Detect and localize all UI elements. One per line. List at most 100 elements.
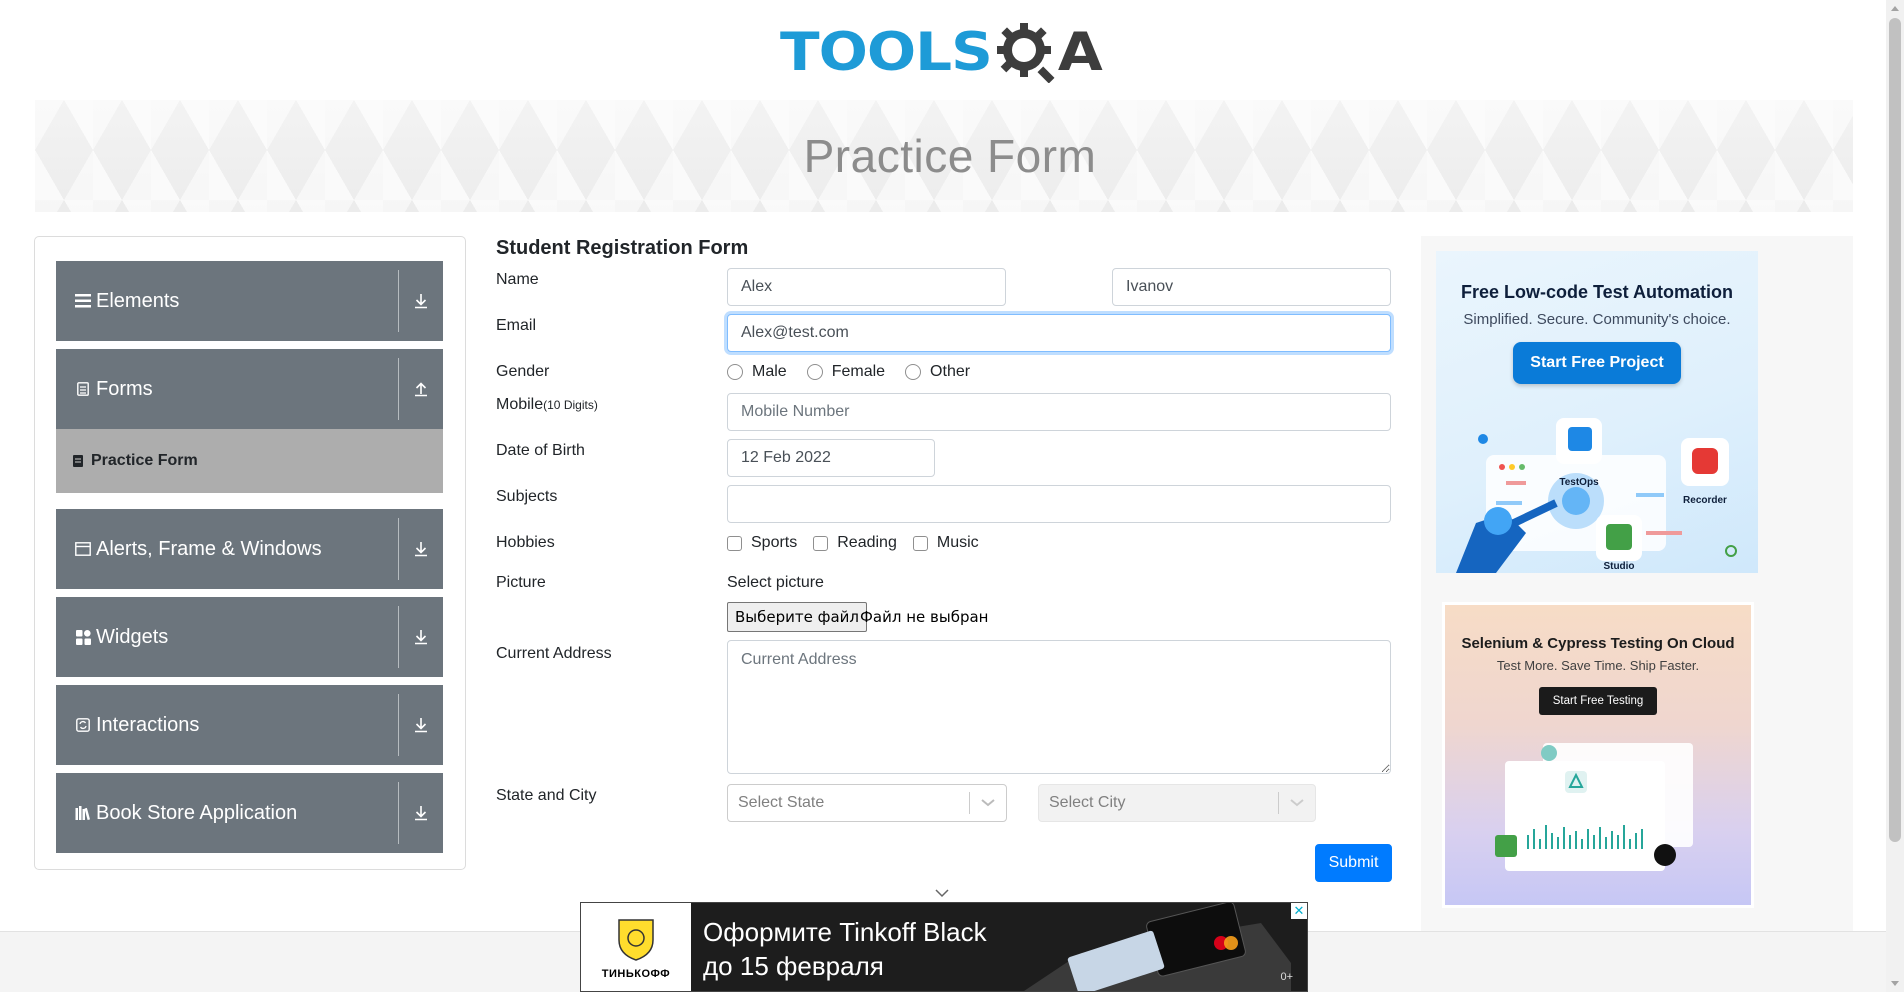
choose-file-button[interactable]: Выберите файл bbox=[727, 602, 867, 632]
bottom-banner-ad[interactable]: ТИНЬКОФФ Оформите Tinkoff Black до 15 фе… bbox=[580, 902, 1308, 992]
submit-button[interactable]: Submit bbox=[1315, 844, 1392, 882]
hobby-reading-option[interactable]: Reading bbox=[813, 534, 897, 552]
option-label: Music bbox=[936, 534, 979, 551]
download-arrow-icon[interactable] bbox=[399, 597, 443, 677]
start-free-testing-button[interactable]: Start Free Testing bbox=[1538, 687, 1658, 715]
chevron-down-icon[interactable] bbox=[1279, 799, 1315, 807]
logo-text-a: A bbox=[1057, 21, 1103, 83]
ad-headline: Оформите Tinkoff Black bbox=[703, 917, 987, 947]
ad-subtitle: Simplified. Secure. Community's choice. bbox=[1463, 311, 1731, 328]
logo-text: TOOLS bbox=[780, 21, 993, 83]
mobile-input[interactable] bbox=[727, 393, 1391, 431]
subjects-label: Subjects bbox=[496, 488, 558, 505]
radio-button[interactable] bbox=[806, 364, 823, 380]
download-arrow-icon[interactable] bbox=[399, 773, 443, 853]
books-icon bbox=[73, 803, 93, 823]
gender-female-option[interactable]: Female bbox=[806, 363, 886, 381]
ad-subtitle: Test More. Save Time. Ship Faster. bbox=[1496, 658, 1700, 673]
ad-title: Selenium & Cypress Testing On Cloud bbox=[1461, 635, 1735, 652]
sidebar-group-label: Interactions bbox=[96, 713, 200, 736]
scroll-down-arrow-icon[interactable] bbox=[1891, 981, 1899, 986]
current-address-textarea[interactable] bbox=[727, 640, 1391, 774]
ad-dashboard-illustration bbox=[1495, 743, 1693, 871]
window-icon bbox=[73, 539, 93, 559]
last-name-input[interactable] bbox=[1112, 268, 1391, 306]
option-label: Other bbox=[930, 363, 971, 380]
checkbox[interactable] bbox=[727, 535, 742, 551]
hobby-sports-option[interactable]: Sports bbox=[727, 534, 797, 552]
scroll-up-arrow-icon[interactable] bbox=[1891, 6, 1899, 11]
ad-low-code-automation[interactable]: Free Low-code Test Automation Simplified… bbox=[1436, 251, 1758, 573]
state-city-label: State and City bbox=[496, 787, 597, 804]
picture-label: Picture bbox=[496, 574, 546, 591]
sidebar-group-book-store[interactable]: Book Store Application bbox=[56, 773, 443, 853]
chevron-down-icon[interactable] bbox=[970, 799, 1006, 807]
form-icon bbox=[73, 455, 83, 467]
hobbies-label: Hobbies bbox=[496, 534, 555, 551]
download-arrow-icon[interactable] bbox=[399, 509, 443, 589]
page-title: Practice Form bbox=[803, 130, 1097, 182]
studio-label: Studio bbox=[1603, 561, 1634, 572]
first-name-input[interactable] bbox=[727, 268, 1006, 306]
page-banner: Practice Form bbox=[35, 100, 1853, 212]
current-address-label: Current Address bbox=[496, 645, 612, 662]
ad-title: Free Low-code Test Automation bbox=[1460, 282, 1733, 302]
sidebar-group-label: Widgets bbox=[96, 625, 169, 648]
date-of-birth-input[interactable] bbox=[727, 439, 935, 477]
age-rating: 0+ bbox=[1280, 971, 1293, 983]
testops-label: TestOps bbox=[1559, 477, 1599, 488]
radio-button[interactable] bbox=[727, 364, 743, 380]
bank-logo: ТИНЬКОФФ bbox=[581, 903, 691, 991]
sidebar-group-label: Forms bbox=[96, 377, 153, 400]
sidebar-item-label: Practice Form bbox=[91, 452, 198, 469]
gender-radio-group: Male Female Other bbox=[727, 363, 990, 381]
sidebar-group-alerts[interactable]: Alerts, Frame & Windows bbox=[56, 509, 443, 589]
sidebar-group-widgets[interactable]: Widgets bbox=[56, 597, 443, 677]
interaction-icon bbox=[73, 715, 93, 735]
mobile-label: Mobile(10 Digits) bbox=[496, 396, 598, 414]
checkbox[interactable] bbox=[813, 535, 829, 551]
sidebar-group-label: Elements bbox=[96, 289, 180, 312]
page-scrollbar[interactable] bbox=[1886, 0, 1904, 992]
select-picture-caption: Select picture bbox=[727, 574, 824, 591]
site-logo[interactable]: TOOLS A bbox=[780, 14, 1110, 90]
state-select[interactable]: Select State bbox=[727, 784, 1007, 822]
download-arrow-icon[interactable] bbox=[399, 261, 443, 341]
mobile-hint: (10 Digits) bbox=[543, 398, 598, 412]
sidebar: Elements Forms Practice Form Alerts, Fra… bbox=[34, 236, 466, 870]
download-arrow-icon[interactable] bbox=[399, 685, 443, 765]
option-label: Sports bbox=[751, 534, 798, 551]
sidebar-group-label: Book Store Application bbox=[96, 801, 298, 824]
ad-illustration: TestOps Recorder Studio bbox=[1456, 418, 1737, 573]
email-input[interactable] bbox=[727, 314, 1391, 352]
subjects-input[interactable] bbox=[727, 485, 1391, 523]
ad-selenium-cypress[interactable]: Selenium & Cypress Testing On Cloud Test… bbox=[1442, 602, 1754, 908]
gender-other-option[interactable]: Other bbox=[905, 363, 970, 381]
ad-subheadline: до 15 февраля bbox=[703, 951, 884, 981]
sidebar-item-practice-form[interactable]: Practice Form bbox=[56, 429, 443, 493]
option-label: Reading bbox=[837, 534, 897, 551]
sidebar-group-interactions[interactable]: Interactions bbox=[56, 685, 443, 765]
gender-male-option[interactable]: Male bbox=[727, 363, 787, 381]
chevron-down-icon[interactable] bbox=[934, 888, 950, 898]
option-label: Female bbox=[831, 363, 886, 380]
city-placeholder: Select City bbox=[1049, 794, 1126, 811]
email-label: Email bbox=[496, 317, 537, 334]
start-free-project-button[interactable]: Start Free Project bbox=[1513, 342, 1681, 384]
dob-label: Date of Birth bbox=[496, 442, 585, 459]
recorder-label: Recorder bbox=[1683, 495, 1727, 506]
sidebar-group-elements[interactable]: Elements bbox=[56, 261, 443, 341]
option-label: Male bbox=[752, 363, 787, 380]
upload-arrow-icon[interactable] bbox=[399, 349, 443, 429]
checkbox[interactable] bbox=[912, 535, 928, 551]
file-status-text: Файл не выбран bbox=[860, 608, 989, 626]
state-placeholder: Select State bbox=[738, 794, 825, 811]
radio-button[interactable] bbox=[905, 364, 922, 380]
close-icon[interactable]: ✕ bbox=[1291, 903, 1307, 919]
sidebar-group-forms[interactable]: Forms bbox=[56, 349, 443, 429]
hobby-music-option[interactable]: Music bbox=[912, 534, 979, 552]
hobbies-checkbox-group: Sports Reading Music bbox=[727, 534, 999, 552]
city-select[interactable]: Select City bbox=[1038, 784, 1316, 822]
scrollbar-thumb[interactable] bbox=[1889, 18, 1901, 842]
gender-label: Gender bbox=[496, 363, 550, 380]
